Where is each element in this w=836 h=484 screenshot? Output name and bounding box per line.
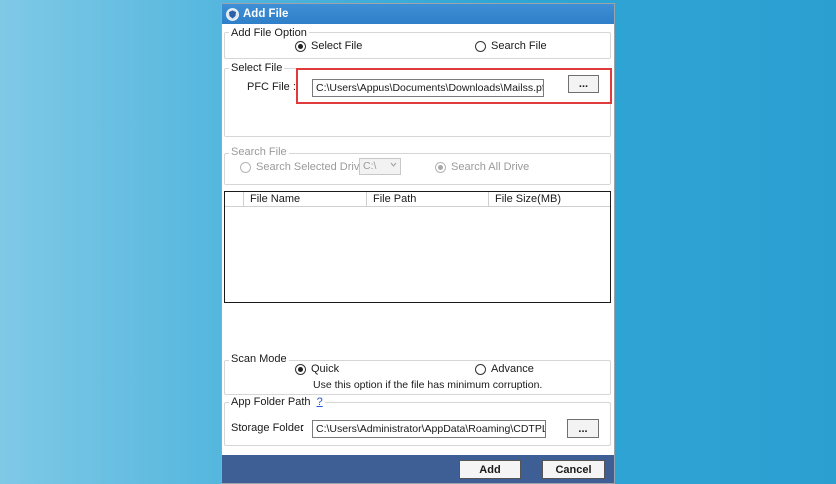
storage-folder-colon: : xyxy=(301,422,305,434)
advance-scan-label: Advance xyxy=(491,363,534,375)
scan-mode-note: Use this option if the file has minimum … xyxy=(313,379,543,391)
search-all-drive-radio[interactable]: Search All Drive xyxy=(435,161,529,173)
app-folder-label: App Folder Path ? xyxy=(229,396,325,408)
chevron-down-icon xyxy=(390,160,397,173)
select-file-label: Select File xyxy=(229,62,285,74)
grid-header: File Name File Path File Size(MB) xyxy=(225,192,610,207)
search-all-drive-label: Search All Drive xyxy=(451,161,530,173)
grid-row-header-cell xyxy=(225,192,244,206)
search-file-label: Search File xyxy=(229,146,289,158)
app-folder-label-text: App Folder Path xyxy=(231,396,311,408)
scan-mode-label: Scan Mode xyxy=(229,353,289,365)
add-button[interactable]: Add xyxy=(459,460,521,479)
dialog-title: Add File xyxy=(243,8,289,20)
advance-scan-radio[interactable]: Advance xyxy=(475,363,534,375)
radio-selected-icon xyxy=(435,161,446,173)
radio-selected-icon xyxy=(295,363,306,375)
storage-folder-input[interactable]: C:\Users\Administrator\AppData\Roaming\C… xyxy=(312,420,546,438)
quick-scan-label: Quick xyxy=(311,363,340,375)
radio-selected-icon xyxy=(295,40,306,52)
cancel-button[interactable]: Cancel xyxy=(542,460,605,479)
drive-select[interactable]: C:\ xyxy=(359,158,401,175)
file-list-grid[interactable]: File Name File Path File Size(MB) xyxy=(224,191,611,303)
radio-unselected-icon xyxy=(475,363,486,375)
add-file-option-label: Add File Option xyxy=(229,27,309,39)
help-link[interactable]: ? xyxy=(317,396,323,408)
search-selected-drive-radio[interactable]: Search Selected Drive xyxy=(240,161,365,173)
shield-icon xyxy=(226,7,239,21)
storage-folder-label: Storage Folder xyxy=(231,422,304,434)
search-file-radio-label: Search File xyxy=(491,40,547,52)
column-file-name[interactable]: File Name xyxy=(244,192,367,206)
quick-scan-radio[interactable]: Quick xyxy=(295,363,339,375)
select-file-radio[interactable]: Select File xyxy=(295,40,362,52)
title-bar: Add File xyxy=(222,4,614,24)
highlight-box xyxy=(296,68,612,104)
column-file-size[interactable]: File Size(MB) xyxy=(489,192,607,206)
radio-unselected-icon xyxy=(475,40,486,52)
pfc-file-label: PFC File : xyxy=(247,81,296,93)
dialog-footer: Add Cancel xyxy=(222,455,614,483)
drive-select-value: C:\ xyxy=(363,160,377,172)
search-selected-drive-label: Search Selected Drive xyxy=(256,161,366,173)
search-file-radio[interactable]: Search File xyxy=(475,40,547,52)
radio-unselected-icon xyxy=(240,161,251,173)
select-file-radio-label: Select File xyxy=(311,40,363,52)
storage-browse-button[interactable]: ... xyxy=(567,419,599,438)
column-file-path[interactable]: File Path xyxy=(367,192,489,206)
